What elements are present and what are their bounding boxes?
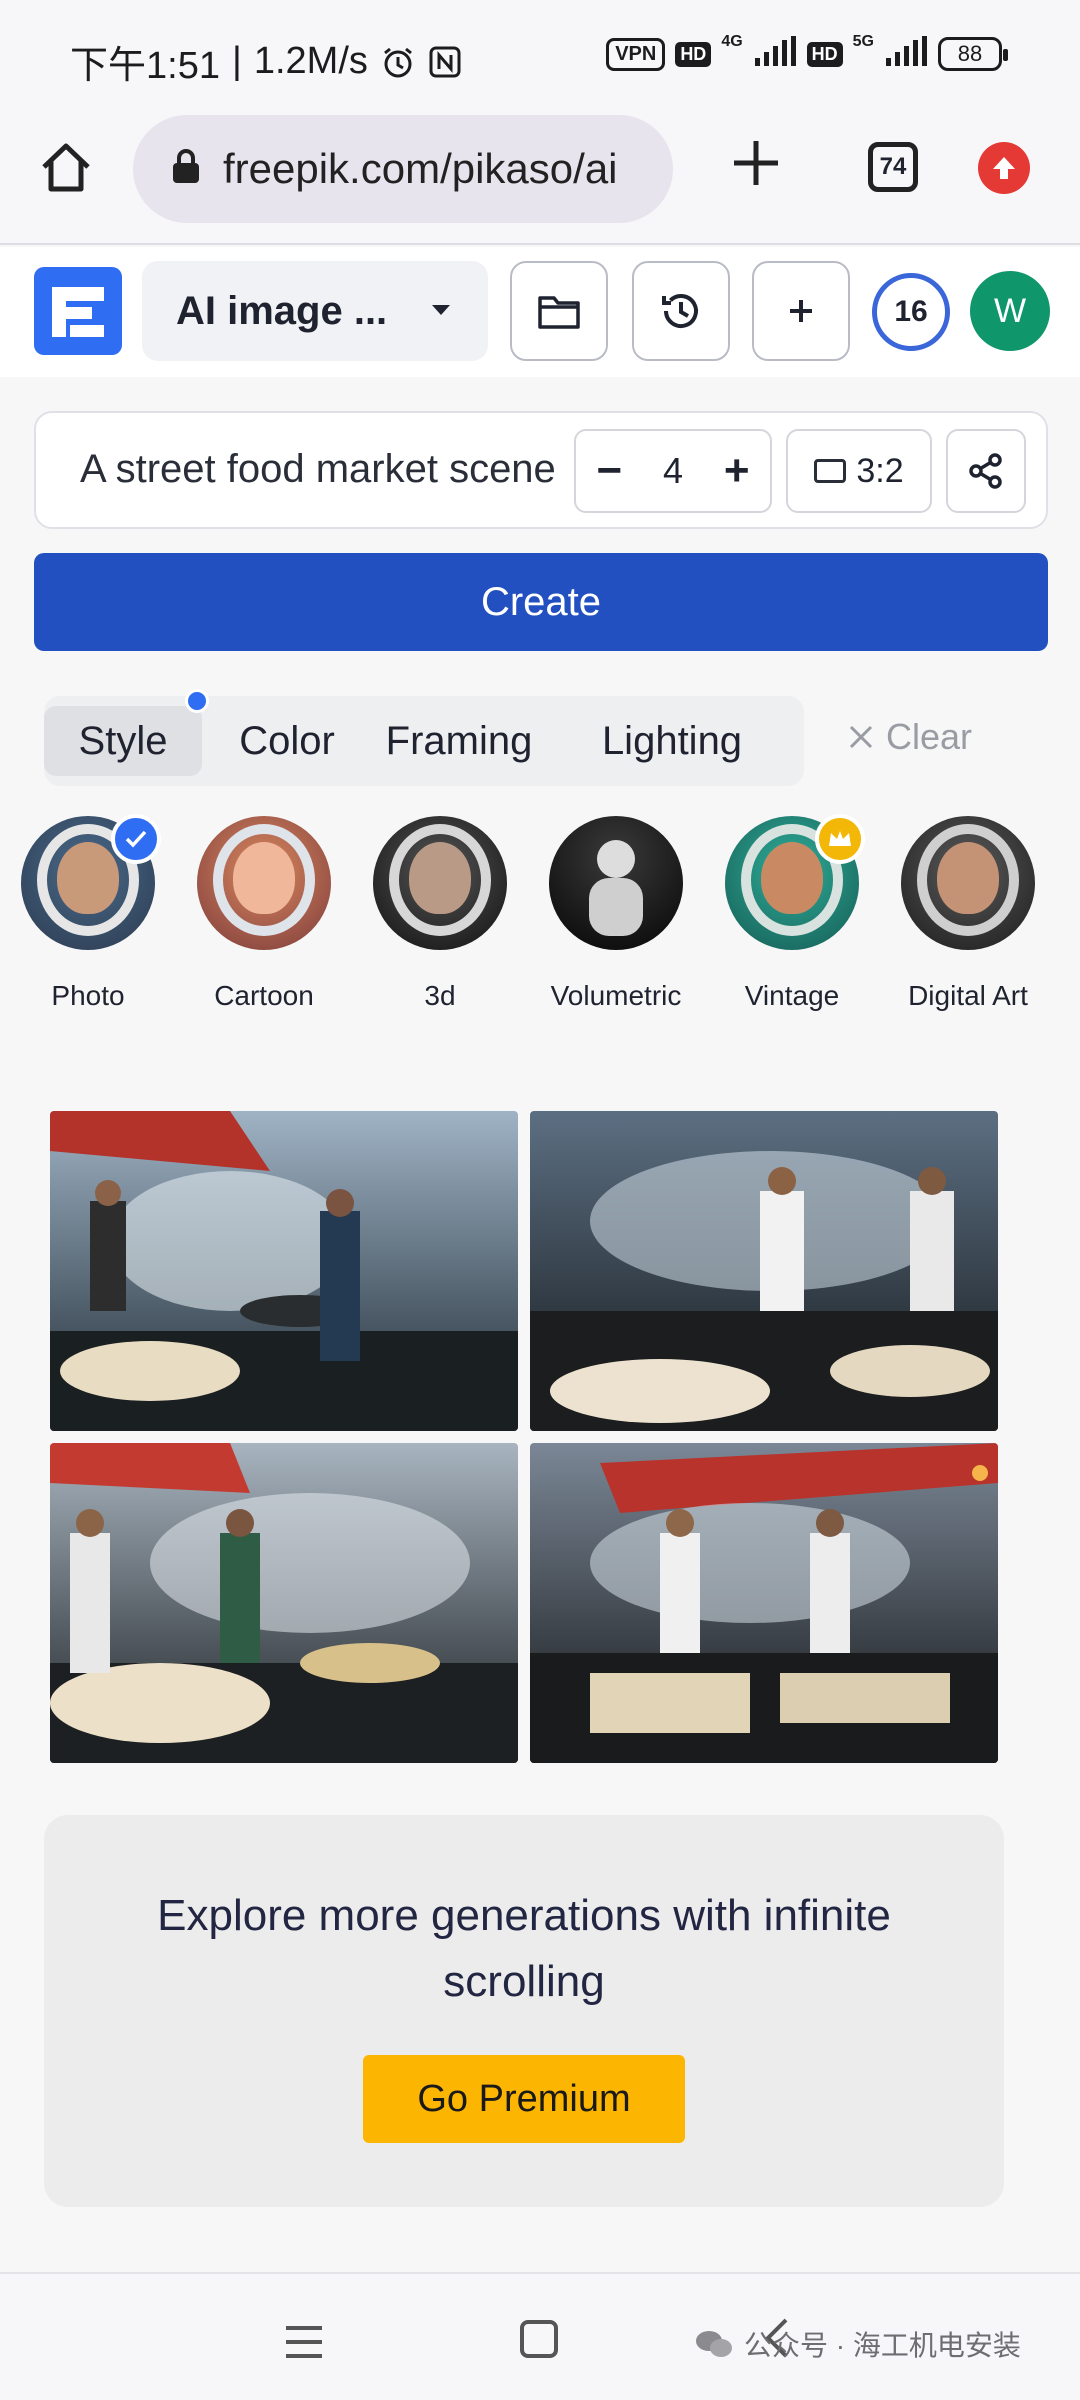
- network-type: 4G: [721, 33, 743, 50]
- signal-icon: [884, 36, 928, 72]
- increment-button[interactable]: +: [724, 446, 750, 496]
- generated-image[interactable]: [530, 1111, 998, 1431]
- generated-image[interactable]: [50, 1111, 518, 1431]
- credits-value: 16: [894, 295, 928, 328]
- style-thumbnail: [373, 816, 507, 950]
- style-label: Cartoon: [214, 980, 314, 1011]
- avatar-initial: W: [993, 291, 1027, 330]
- folder-icon: [538, 296, 580, 329]
- style-vintage[interactable]: Vintage: [717, 814, 867, 1012]
- new-tab-button[interactable]: [730, 135, 782, 199]
- update-icon[interactable]: [978, 142, 1030, 194]
- status-bar: 下午1:51 | 1.2M/s VPN HD 4G HD 5G 88: [0, 0, 1080, 115]
- aspect-ratio-button[interactable]: 3:2: [786, 429, 932, 513]
- clear-label: Clear: [886, 716, 973, 757]
- style-thumbnail: [901, 816, 1035, 950]
- browser-toolbar: freepik.com/pikaso/ai 74: [0, 115, 1080, 245]
- crown-icon: [815, 814, 865, 864]
- tab-count: 74: [879, 153, 907, 180]
- aspect-ratio-value: 3:2: [856, 451, 904, 490]
- create-button[interactable]: Create: [34, 553, 1048, 651]
- aspect-ratio-icon: [814, 459, 847, 483]
- style-label: Vintage: [744, 980, 840, 1011]
- style-digital-art[interactable]: Digital Art: [893, 816, 1043, 1012]
- style-photo[interactable]: Photo: [13, 814, 163, 1012]
- generated-image[interactable]: [50, 1443, 518, 1763]
- add-button[interactable]: [752, 261, 850, 361]
- signal-icon: [753, 36, 797, 72]
- premium-message: Explore more generations with infinite s…: [157, 1891, 891, 2006]
- hd-badge: HD: [806, 41, 843, 67]
- style-cartoon[interactable]: Cartoon: [189, 816, 339, 1012]
- check-icon: [111, 814, 161, 864]
- history-icon: [662, 294, 698, 328]
- nfc-icon: [428, 45, 462, 79]
- battery-level: 88: [957, 41, 983, 66]
- prompt-input[interactable]: A street food market scene: [80, 447, 592, 492]
- tab-style[interactable]: Style: [44, 706, 202, 776]
- quantity-stepper: − 4 +: [574, 429, 772, 513]
- hd-badge: HD: [675, 41, 712, 67]
- folder-button[interactable]: [510, 261, 608, 361]
- url-bar[interactable]: freepik.com/pikaso/ai: [133, 115, 673, 223]
- lock-icon: [171, 148, 201, 190]
- style-label: Digital Art: [908, 980, 1028, 1011]
- decrement-button[interactable]: −: [596, 446, 622, 496]
- alarm-icon: [380, 44, 416, 80]
- tab-color[interactable]: Color: [212, 706, 362, 776]
- credits-counter[interactable]: 16: [872, 273, 950, 351]
- watermark-text: 公众号 · 海工机电安装: [744, 2330, 1021, 2361]
- style-label: Volumetric: [550, 980, 682, 1011]
- share-button[interactable]: [946, 429, 1026, 513]
- option-tabs: Style Color Framing Lighting: [44, 696, 804, 786]
- prompt-card: A street food market scene − 4 + 3:2: [34, 411, 1048, 529]
- status-time: 下午1:51: [70, 45, 220, 87]
- style-thumbnail: [725, 814, 865, 950]
- home-icon[interactable]: [36, 137, 96, 197]
- style-volumetric[interactable]: Volumetric: [541, 816, 691, 1012]
- mode-dropdown[interactable]: AI image ...: [142, 261, 488, 361]
- premium-card: Explore more generations with infinite s…: [44, 1815, 1004, 2207]
- active-indicator-dot: [185, 689, 209, 713]
- quantity-value: 4: [662, 450, 683, 491]
- mode-label: AI image ...: [176, 288, 388, 333]
- battery-icon: 88: [938, 37, 1008, 71]
- style-thumbnail: [549, 816, 683, 950]
- go-premium-button[interactable]: Go Premium: [363, 2055, 685, 2143]
- chevron-down-icon: [432, 305, 450, 315]
- freepik-logo[interactable]: [34, 267, 122, 355]
- app-toolbar: AI image ... 16 W: [0, 247, 1080, 377]
- style-label: 3d: [424, 980, 456, 1011]
- share-icon: [969, 453, 1002, 489]
- clear-button[interactable]: Clear: [848, 716, 972, 758]
- home-nav-icon[interactable]: [520, 2320, 558, 2358]
- tab-lighting[interactable]: Lighting: [562, 706, 782, 776]
- close-icon: [849, 725, 873, 749]
- style-thumbnail: [21, 814, 161, 950]
- menu-icon[interactable]: [284, 2324, 324, 2365]
- plus-icon: [790, 300, 812, 322]
- avatar[interactable]: W: [970, 271, 1050, 351]
- status-speed: 1.2M/s: [253, 40, 368, 82]
- style-label: Photo: [51, 980, 125, 1011]
- style-3d[interactable]: 3d: [365, 816, 515, 1012]
- wechat-icon: [696, 2331, 732, 2357]
- style-thumbnail: [197, 816, 331, 950]
- network-type: 5G: [852, 33, 874, 50]
- system-nav-bar: 公众号 · 海工机电安装: [0, 2272, 1080, 2400]
- vpn-badge: VPN: [606, 37, 666, 71]
- watermark: 公众号 · 海工机电安装: [694, 2324, 1021, 2364]
- tab-switcher-button[interactable]: 74: [868, 142, 918, 192]
- generated-image[interactable]: [530, 1443, 998, 1763]
- url-text: freepik.com/pikaso/ai: [223, 145, 618, 192]
- tab-framing[interactable]: Framing: [374, 706, 544, 776]
- history-button[interactable]: [632, 261, 730, 361]
